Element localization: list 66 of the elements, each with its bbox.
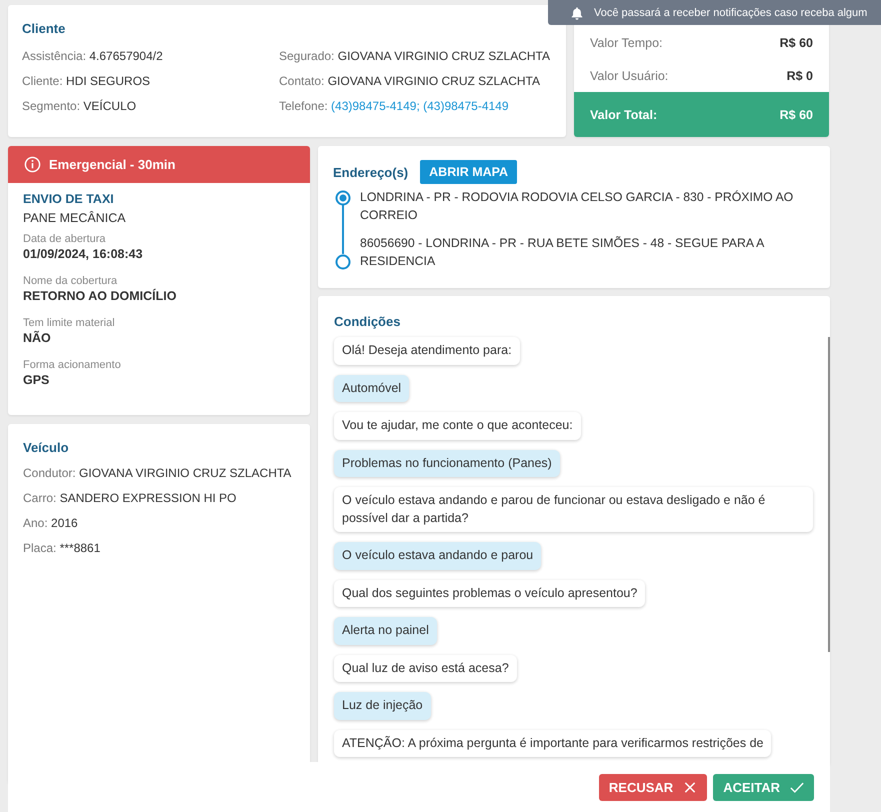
accept-button[interactable]: ACEITAR — [713, 774, 814, 800]
total-label: Valor Total: — [590, 108, 658, 122]
field-value: GIOVANA VIRGINIO CRUZ SZLACHTA — [79, 466, 292, 480]
section-title: Cliente — [22, 21, 66, 36]
answer-bubble: Automóvel — [334, 374, 410, 402]
field-label: Carro: — [23, 491, 56, 505]
answer-bubble: Problemas no funcionamento (Panes) — [334, 450, 560, 477]
question-bubble: ATENÇÃO: A próxima pergunta é importante para verificarmos restrições de — [334, 730, 772, 757]
bell-icon — [570, 6, 584, 20]
address-text: 86056690 - LONDRINA - PR - RUA BETE SIMÕES - 48 - SEGUE PARA A RESIDENCIA — [360, 235, 766, 270]
alert-text: Emergencial - 30min — [49, 157, 176, 172]
field-label: Condutor: — [23, 466, 76, 480]
total-amount: R$ 60 — [780, 108, 813, 122]
question-bubble: Olá! Deseja atendimento para: — [334, 337, 520, 364]
value-amount: R$ 0 — [786, 68, 813, 83]
open-map-button[interactable]: ABRIR MAPA — [420, 160, 518, 184]
problem-text: PANE MECÂNICA — [23, 211, 127, 225]
field-value: 01/09/2024, 16:08:43 — [23, 247, 144, 261]
field-label: Assistência: — [22, 49, 86, 63]
field-value: VEÍCULO — [83, 99, 136, 113]
address-text: LONDRINA - PR - RODOVIA RODOVIA CELSO GARCIA - 830 - PRÓXIMO AO CORREIO — [360, 189, 794, 224]
field-label: Segmento: — [22, 99, 80, 113]
answer-bubble: Luz de injeção — [334, 692, 431, 720]
info-icon — [24, 156, 41, 173]
field-label: Placa: — [23, 541, 56, 555]
question-bubble: Vou te ajudar, me conte o que aconteceu: — [334, 412, 581, 440]
field-label: Forma acionamento — [23, 359, 122, 371]
question-bubble: O veículo estava andando e parou de funcionar ou estava desligado e não é possível dar a partida? — [334, 487, 813, 532]
reject-button[interactable]: RECUSAR — [598, 774, 708, 800]
question-bubble: Qual luz de aviso está acesa? — [334, 654, 517, 682]
answer-bubble: Alerta no painel — [334, 617, 437, 644]
field-label: Ano: — [23, 516, 48, 530]
field-label: Cliente: — [22, 74, 63, 88]
field-value: HDI SEGUROS — [66, 74, 150, 88]
service-type: ENVIO DE TAXI — [23, 192, 115, 206]
field-value: SANDERO EXPRESSION HI PO — [60, 491, 236, 505]
field-value: GPS — [23, 373, 50, 387]
field-value: GIOVANA VIRGINIO CRUZ SZLACHTA — [328, 74, 540, 88]
value-label: Valor Usuário: — [590, 68, 668, 83]
field-label: Contato: — [279, 74, 324, 88]
field-value: 4.67657904/2 — [89, 49, 163, 63]
field-value: GIOVANA VIRGINIO CRUZ SZLACHTA — [338, 49, 550, 63]
field-value: 2016 — [51, 516, 78, 530]
field-label: Nome da cobertura — [23, 275, 118, 287]
value-label: Valor Tempo: — [590, 36, 662, 50]
field-value: NÃO — [23, 331, 52, 345]
field-label: Data de abertura — [23, 233, 107, 245]
field-label: Telefone: — [279, 99, 328, 113]
phone-link[interactable]: (43)98475-4149; (43)98475-4149 — [331, 99, 509, 113]
field-label: Segurado: — [279, 49, 334, 63]
answer-bubble: O veículo estava andando e parou — [334, 542, 542, 570]
section-title: Veículo — [23, 440, 70, 455]
question-bubble: Qual dos seguintes problemas o veículo apresentou? — [334, 580, 646, 607]
value-amount: R$ 60 — [780, 36, 813, 50]
check-icon — [790, 780, 804, 794]
timeline-line — [342, 204, 344, 254]
toast-text: Você passará a receber notificações caso receba algum — [594, 6, 868, 18]
field-label: Tem limite material — [23, 317, 116, 329]
section-title: Condições — [334, 314, 402, 329]
scrollbar[interactable] — [828, 337, 830, 652]
timeline-dot-icon — [335, 254, 351, 270]
field-value: ***8861 — [60, 541, 100, 555]
timeline-dot-icon — [335, 190, 351, 206]
section-title: Endereço(s) — [333, 164, 408, 180]
field-value: RETORNO AO DOMICÍLIO — [23, 289, 178, 303]
close-icon — [683, 780, 698, 794]
